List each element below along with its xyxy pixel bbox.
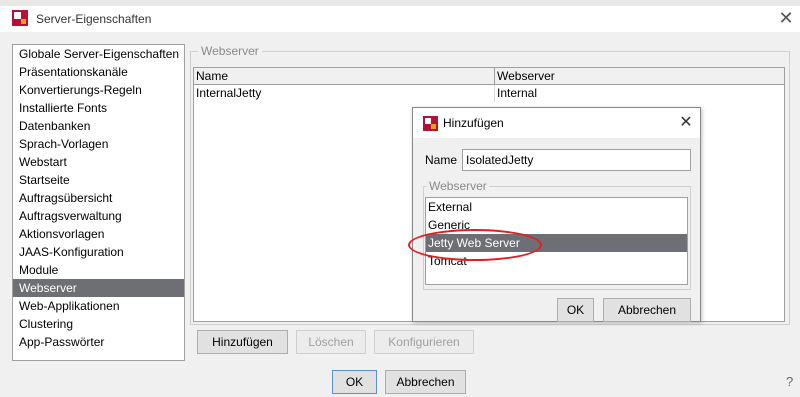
sidebar-item[interactable]: Sprach-Vorlagen <box>13 135 184 153</box>
sidebar-item[interactable]: Auftragsübersicht <box>13 189 184 207</box>
dialog-webserver-group-title: Webserver <box>427 179 489 193</box>
webserver-option[interactable]: Tomcat <box>426 252 687 270</box>
window-title: Server-Eigenschaften <box>36 12 152 26</box>
add-button[interactable]: Hinzufügen <box>197 330 288 354</box>
webserver-option[interactable]: Generic <box>426 216 687 234</box>
name-input[interactable] <box>462 149 691 171</box>
sidebar-item[interactable]: Datenbanken <box>13 117 184 135</box>
sidebar-item[interactable]: Webserver <box>13 279 184 297</box>
help-icon[interactable]: ? <box>786 374 793 389</box>
configure-button[interactable]: Konfigurieren <box>374 330 474 354</box>
sidebar-item[interactable]: Startseite <box>13 171 184 189</box>
sidebar-item[interactable]: Web-Applikationen <box>13 297 184 315</box>
webserver-group-title: Webserver <box>198 44 262 58</box>
add-dialog: Hinzufügen ✕ Name Webserver ExternalGene… <box>412 107 701 322</box>
dialog-cancel-button[interactable]: Abbrechen <box>603 298 691 322</box>
sidebar-item[interactable]: Aktionsvorlagen <box>13 225 184 243</box>
window-close-icon[interactable]: ✕ <box>776 8 796 28</box>
sidebar-item[interactable]: Webstart <box>13 153 184 171</box>
name-label: Name <box>425 153 458 167</box>
sidebar-item[interactable]: Auftragsverwaltung <box>13 207 184 225</box>
column-header-webserver[interactable]: Webserver <box>495 68 555 84</box>
table-row[interactable]: InternalJetty Internal <box>194 85 784 102</box>
webserver-option[interactable]: Jetty Web Server <box>426 234 687 252</box>
cancel-button[interactable]: Abbrechen <box>385 370 466 394</box>
table-cell: InternalJetty <box>194 85 495 102</box>
webserver-option[interactable]: External <box>426 198 687 216</box>
window-titlebar: Server-Eigenschaften ✕ <box>0 6 800 32</box>
dialog-title: Hinzufügen <box>443 116 504 130</box>
table-cell: Internal <box>497 86 538 100</box>
table-header: Name Webserver <box>194 68 784 85</box>
dialog-close-icon[interactable]: ✕ <box>676 113 696 133</box>
dialog-titlebar: Hinzufügen ✕ <box>413 108 700 138</box>
sidebar-item[interactable]: Module <box>13 261 184 279</box>
sidebar-item[interactable]: Globale Server-Eigenschaften <box>13 45 184 63</box>
app-logo-icon <box>12 10 28 26</box>
sidebar-item[interactable]: JAAS-Konfiguration <box>13 243 184 261</box>
table-body: InternalJetty Internal <box>194 85 784 102</box>
sidebar-item[interactable]: Präsentationskanäle <box>13 63 184 81</box>
dialog-ok-button[interactable]: OK <box>557 298 594 322</box>
dialog-logo-icon <box>423 116 438 131</box>
sidebar-item[interactable]: Installierte Fonts <box>13 99 184 117</box>
webserver-type-list[interactable]: External Generic Jetty Web Server Tomcat <box>425 197 688 285</box>
ok-button[interactable]: OK <box>332 370 377 394</box>
sidebar-item[interactable]: Konvertierungs-Regeln <box>13 81 184 99</box>
column-header-name[interactable]: Name <box>194 68 495 84</box>
delete-button[interactable]: Löschen <box>296 330 366 354</box>
category-list[interactable]: Globale Server-Eigenschaften Präsentation… <box>12 44 185 361</box>
sidebar-item[interactable]: App-Passwörter <box>13 333 184 351</box>
sidebar-item[interactable]: Clustering <box>13 315 184 333</box>
